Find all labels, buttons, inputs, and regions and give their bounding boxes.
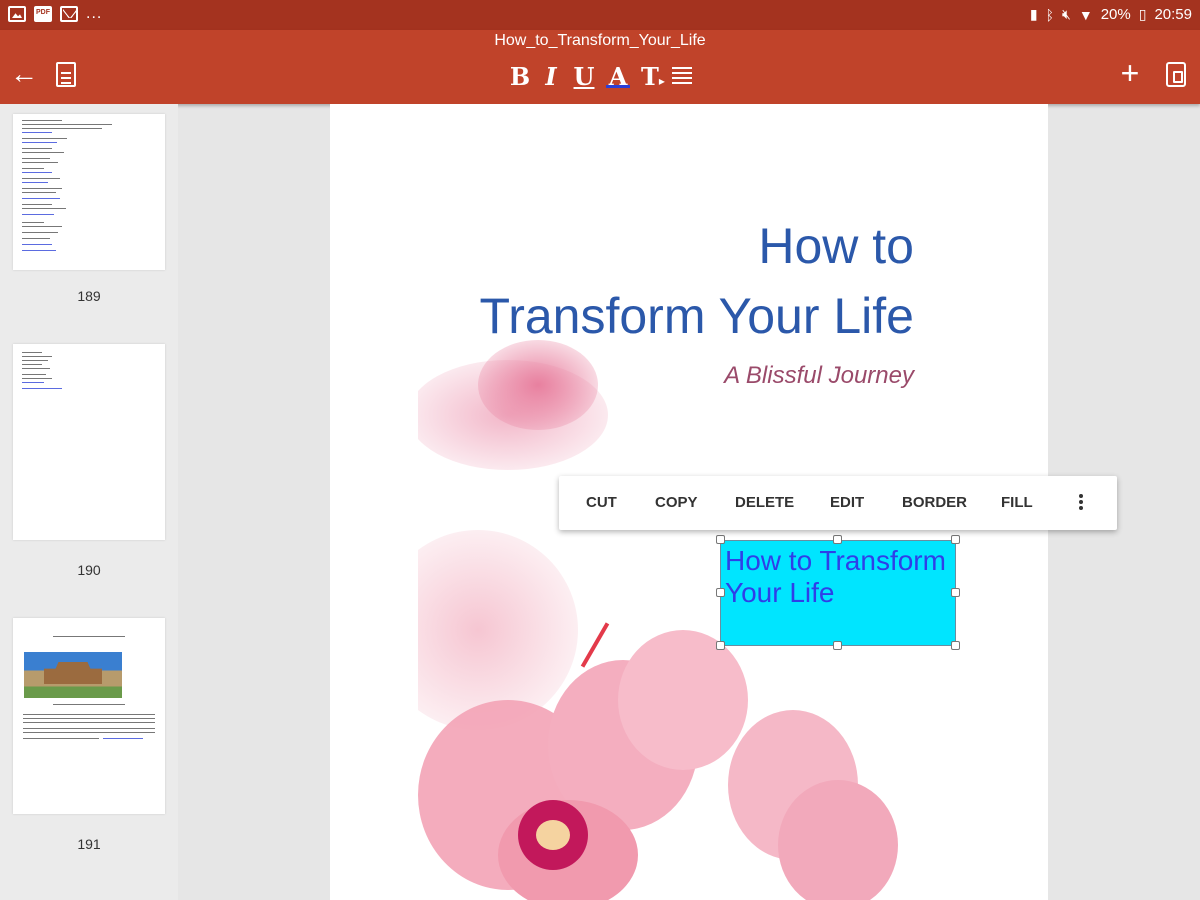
more-dot-icon — [1079, 494, 1083, 498]
resize-handle-right[interactable] — [951, 588, 960, 597]
system-icons: ▮ ᛒ 🔇︎ ▼ 20% ▯ 20:59 — [1030, 6, 1192, 23]
notification-icons: ... — [8, 6, 102, 22]
back-button[interactable]: ← — [10, 60, 38, 88]
document-icon — [56, 61, 76, 87]
clock: 20:59 — [1154, 6, 1192, 23]
align-center-icon — [672, 67, 692, 85]
underline-button[interactable]: U — [572, 58, 596, 94]
battery-percent: 20% — [1100, 6, 1131, 23]
image-notification-icon — [8, 6, 26, 22]
font-size-label: T — [641, 61, 659, 91]
page-list-icon — [1166, 61, 1186, 87]
font-color-button[interactable]: A — [605, 58, 631, 94]
cover-title-line-1: How to — [758, 218, 914, 274]
cover-subtitle: A Blissful Journey — [724, 362, 914, 389]
font-size-button[interactable]: T▸ — [640, 58, 666, 94]
resize-handle-top-right[interactable] — [951, 535, 960, 544]
page-thumbnail-190[interactable] — [13, 344, 165, 540]
page-thumbnail-191[interactable] — [13, 618, 165, 814]
mail-notification-icon — [60, 6, 78, 22]
selected-text-box[interactable]: How to Transform Your Life — [720, 540, 956, 646]
paragraph-align-button[interactable] — [672, 66, 694, 86]
bold-button[interactable]: B — [508, 58, 532, 94]
more-dot-icon — [1079, 506, 1083, 510]
battery-icon: ▯ — [1138, 6, 1147, 22]
mute-icon: 🔇︎ — [1062, 6, 1071, 22]
font-color-swatch — [606, 85, 630, 88]
app-toolbar: How_to_Transform_Your_Life ← B I U A T▸ … — [0, 30, 1200, 104]
arrow-left-icon: ← — [10, 58, 38, 89]
text-box-line-2: Your Life — [725, 577, 835, 608]
document-title: How_to_Transform_Your_Life — [494, 32, 706, 49]
page-thumbnail-sidebar[interactable]: 189 190 191 — [0, 104, 178, 900]
resize-handle-bottom-left[interactable] — [716, 641, 725, 650]
resize-handle-bottom[interactable] — [833, 641, 842, 650]
page-number-191: 191 — [77, 836, 101, 852]
resize-handle-left[interactable] — [716, 588, 725, 597]
page-number-190: 190 — [77, 562, 101, 578]
copy-button[interactable]: COPY — [655, 494, 698, 511]
cover-title-line-2: Transform Your Life — [479, 288, 914, 344]
delete-button[interactable]: DELETE — [735, 494, 794, 511]
add-button[interactable]: + — [1116, 57, 1144, 89]
storage-icon: ▮ — [1029, 6, 1038, 22]
fill-button[interactable]: FILL — [1001, 494, 1033, 511]
resize-handle-top[interactable] — [833, 535, 842, 544]
thumbnail-photo — [24, 652, 122, 698]
page-thumbnail-189[interactable] — [13, 114, 165, 270]
more-notifications-indicator: ... — [86, 5, 103, 22]
text-box-line-1: How to Transform — [725, 545, 946, 576]
pages-button[interactable] — [1166, 60, 1188, 88]
more-dot-icon — [1079, 500, 1083, 504]
size-arrow-icon: ▸ — [658, 73, 665, 88]
pdf-notification-icon — [34, 6, 52, 22]
page-number-189: 189 — [77, 288, 101, 304]
more-options-button[interactable] — [1075, 490, 1087, 514]
resize-handle-bottom-right[interactable] — [951, 641, 960, 650]
bluetooth-icon: ᛒ — [1045, 6, 1055, 23]
italic-button[interactable]: I — [540, 58, 562, 94]
page-view-button[interactable] — [56, 60, 80, 88]
cut-button[interactable]: CUT — [586, 494, 617, 511]
resize-handle-top-left[interactable] — [716, 535, 725, 544]
edit-button[interactable]: EDIT — [830, 494, 864, 511]
status-bar: ... ▮ ᛒ 🔇︎ ▼ 20% ▯ 20:59 — [0, 0, 1200, 30]
border-button[interactable]: BORDER — [902, 494, 967, 511]
wifi-icon: ▼ — [1078, 6, 1093, 23]
selection-context-menu: CUT COPY DELETE EDIT BORDER FILL — [559, 476, 1117, 530]
